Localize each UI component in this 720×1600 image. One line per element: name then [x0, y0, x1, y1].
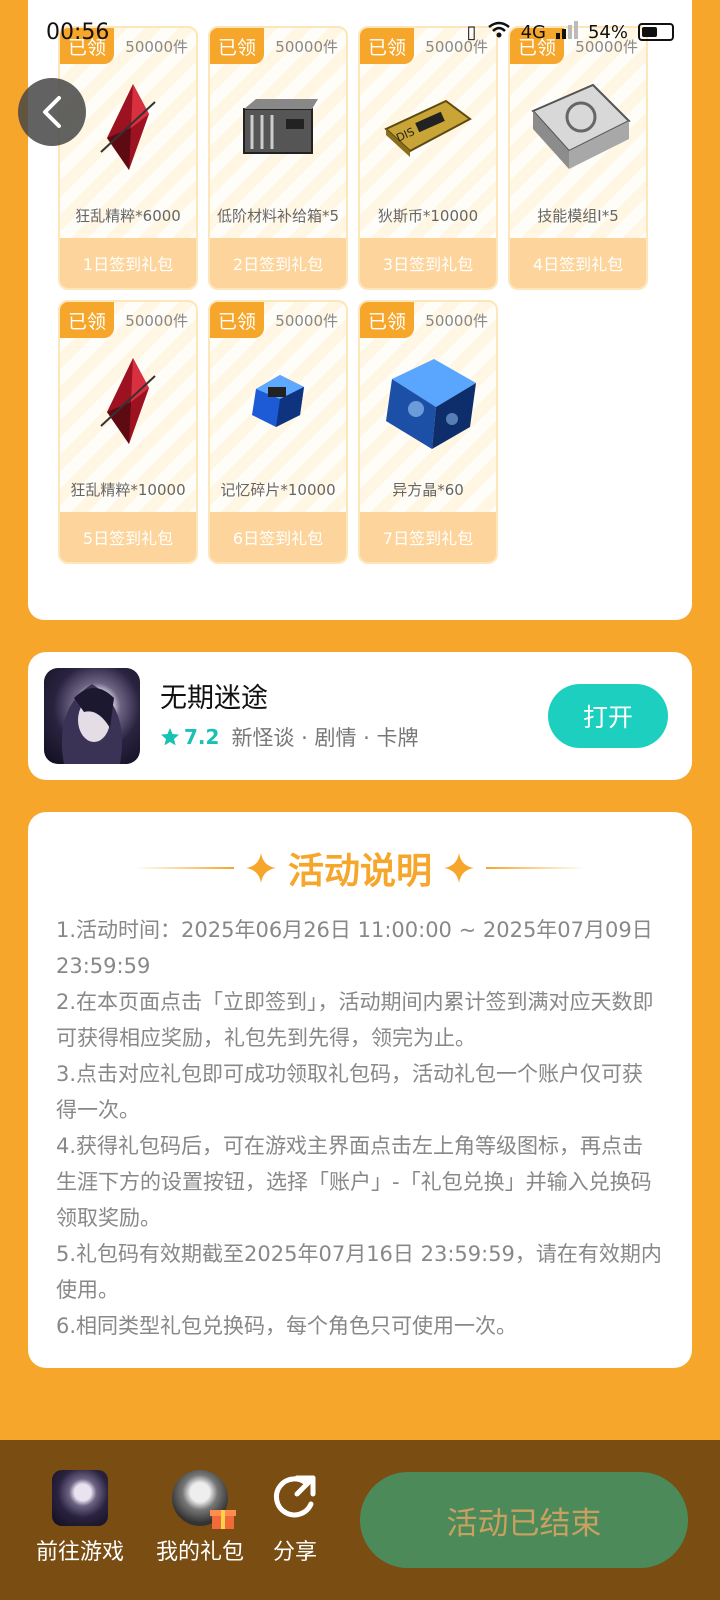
title-divider-left: [133, 867, 234, 869]
gift-item-day4[interactable]: 已领 50000件 技能模组I*5 4日签到礼包: [508, 26, 648, 290]
gift-quantity: 50000件: [575, 38, 638, 56]
claimed-badge: 已领: [510, 28, 564, 64]
gift-day-button[interactable]: 2日签到礼包: [210, 238, 346, 288]
game-icon: [52, 1470, 108, 1526]
activity-ended-button[interactable]: 活动已结束: [360, 1472, 688, 1568]
dis-coin-icon: DIS: [360, 72, 496, 182]
gift-day-button[interactable]: 7日签到礼包: [360, 512, 496, 562]
app-name: 无期迷途: [160, 683, 268, 714]
supply-crate-icon: [210, 72, 346, 182]
claimed-badge: 已领: [210, 302, 264, 338]
gift-card: 已领 50000件 狂乱精粹*6000 1日签到礼包 已领 50000件 低阶材…: [28, 0, 692, 620]
star-icon: [161, 728, 179, 746]
gift-name: 异方晶*60: [392, 481, 464, 499]
rules-item: 1.活动时间：2025年06月26日 11:00:00 ~ 2025年07月09…: [56, 918, 653, 978]
app-card[interactable]: 无期迷途 7.2 新怪谈 · 剧情 · 卡牌 打开: [28, 652, 692, 780]
gift-name: 狂乱精粹*10000: [70, 481, 186, 499]
app-tags: 新怪谈 · 剧情 · 卡牌: [231, 726, 419, 750]
gift-day-button[interactable]: 3日签到礼包: [360, 238, 496, 288]
claimed-badge: 已领: [60, 302, 114, 338]
memory-shard-icon: [210, 346, 346, 456]
claimed-badge: 已领: [360, 28, 414, 64]
goto-game-label: 前往游戏: [35, 1540, 124, 1565]
gift-item-day6[interactable]: 已领 50000件 记忆碎片*10000 6日签到礼包: [208, 300, 348, 564]
goto-game-button[interactable]: 前往游戏: [20, 1470, 140, 1566]
gift-name: 记忆碎片*10000: [220, 481, 336, 499]
share-label: 分享: [272, 1540, 317, 1565]
gift-item-day5[interactable]: 已领 50000件 狂乱精粹*10000 5日签到礼包: [58, 300, 198, 564]
gift-quantity: 50000件: [125, 312, 188, 330]
chevron-left-icon: [43, 96, 61, 128]
gift-name: 低阶材料补给箱*5: [216, 207, 340, 225]
app-meta: 7.2 新怪谈 · 剧情 · 卡牌: [160, 722, 419, 752]
rules-item: 5.礼包码有效期截至2025年07月16日 23:59:59，请在有效期内使用。: [56, 1242, 662, 1302]
claimed-badge: 已领: [60, 28, 114, 64]
gift-day-button[interactable]: 4日签到礼包: [510, 238, 646, 288]
skill-module-icon: [510, 72, 646, 182]
gift-quantity: 50000件: [275, 312, 338, 330]
gift-name: 技能模组I*5: [537, 207, 619, 225]
gift-quantity: 50000件: [425, 38, 488, 56]
blue-cube-icon: [360, 346, 496, 456]
gift-name: 狂乱精粹*6000: [75, 207, 181, 225]
gift-item-day7[interactable]: 已领 50000件 异方晶*60 7日签到礼包: [358, 300, 498, 564]
back-button[interactable]: [18, 78, 86, 146]
share-button[interactable]: 分享: [240, 1470, 350, 1566]
rules-item: 4.获得礼包码后，可在游戏主界面点击左上角等级图标，再点击生涯下方的设置按钮，选…: [56, 1134, 652, 1230]
rules-title-row: 活动说明: [28, 842, 692, 894]
gift-quantity: 50000件: [125, 38, 188, 56]
rules-card: 活动说明 1.活动时间：2025年06月26日 11:00:00 ~ 2025年…: [28, 812, 692, 1368]
rules-item: 6.相同类型礼包兑换码，每个角色只可使用一次。: [56, 1314, 518, 1338]
gift-item-day1[interactable]: 已领 50000件 狂乱精粹*6000 1日签到礼包: [58, 26, 198, 290]
rules-item: 3.点击对应礼包即可成功领取礼包码，活动礼包一个账户仅可获得一次。: [56, 1062, 644, 1122]
gift-day-button[interactable]: 5日签到礼包: [60, 512, 196, 562]
gift-item-day3[interactable]: 已领 50000件 DIS 狄斯币*10000 3日签到礼包: [358, 26, 498, 290]
share-icon: [267, 1470, 323, 1526]
sparkle-icon: [245, 853, 276, 883]
app-rating-value: 7.2: [184, 725, 220, 749]
sparkle-icon: [444, 853, 474, 883]
app-icon: [44, 668, 140, 764]
open-app-button[interactable]: 打开: [548, 684, 668, 748]
claimed-badge: 已领: [210, 28, 264, 64]
app-rating: 7.2: [160, 725, 219, 749]
gift-name: 狄斯币*10000: [377, 207, 479, 225]
rules-title: 活动说明: [287, 851, 432, 892]
gift-item-day2[interactable]: 已领 50000件 低阶材料补给箱*5 2日签到礼包: [208, 26, 348, 290]
claimed-badge: 已领: [360, 302, 414, 338]
red-crystal-icon: [60, 346, 196, 456]
rules-item: 2.在本页面点击「立即签到」，活动期间内累计签到满对应天数即可获得相应奖励，礼包…: [56, 990, 654, 1050]
gift-quantity: 50000件: [275, 38, 338, 56]
gift-day-button[interactable]: 6日签到礼包: [210, 512, 346, 562]
gift-day-button[interactable]: 1日签到礼包: [60, 238, 196, 288]
avatar-gift-icon: [172, 1470, 236, 1529]
bottom-bar: 前往游戏 我的礼包 分享 活动已结束: [0, 1440, 720, 1600]
title-divider-right: [486, 867, 586, 869]
rules-body: 1.活动时间：2025年06月26日 11:00:00 ~ 2025年07月09…: [56, 912, 664, 1344]
gift-quantity: 50000件: [425, 312, 488, 330]
